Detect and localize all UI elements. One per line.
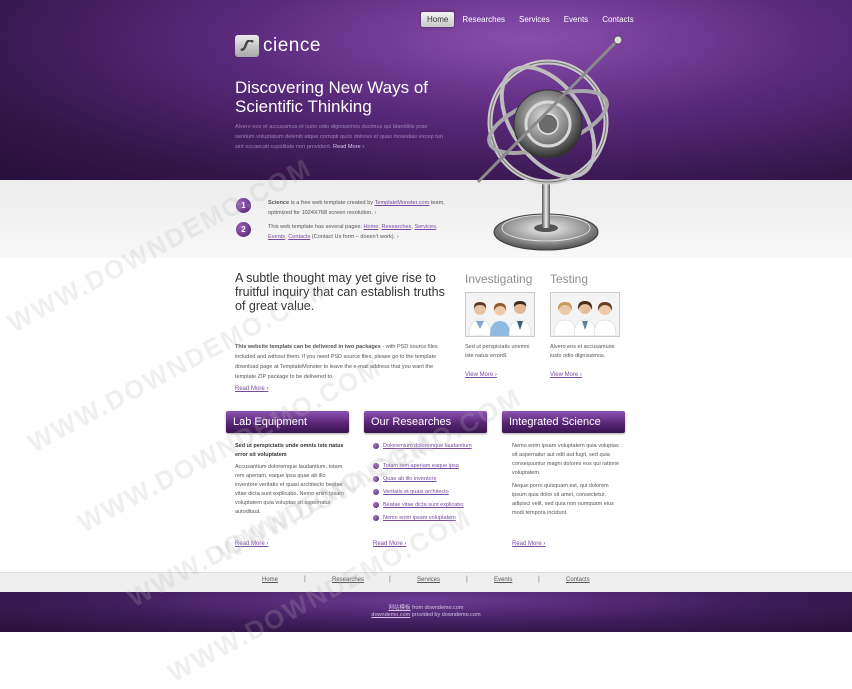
chevron-right-icon: ›: [494, 372, 497, 378]
list-item[interactable]: Beatae vitae dicta sunt explicabo: [373, 501, 483, 514]
researches-list: Doloremium doloremque laudantium Totam r…: [373, 442, 483, 527]
chevron-right-icon: ›: [579, 372, 582, 378]
footer-nav-researches[interactable]: Researches: [332, 577, 364, 583]
packages-text: This website template can be delivered i…: [235, 344, 438, 380]
step-number-badge: 1: [236, 198, 251, 213]
footer-separator: |: [389, 576, 391, 583]
templatemonster-link[interactable]: TemplateMonster.com: [375, 200, 430, 206]
logo[interactable]: cience: [235, 35, 321, 57]
nav-contacts[interactable]: Contacts: [596, 12, 640, 27]
logo-mark: [235, 35, 259, 57]
gyroscope-image: [476, 35, 623, 251]
nav-home[interactable]: Home: [421, 12, 455, 27]
nav-events[interactable]: Events: [558, 12, 594, 27]
footer-separator: |: [304, 576, 306, 583]
nav-researches[interactable]: Researches: [456, 12, 511, 27]
lab-equipment-text: Sed ut perspiciatis unde omnis iste natu…: [235, 443, 344, 515]
footer-nav-events[interactable]: Events: [494, 577, 512, 583]
chevron-right-icon: ›: [396, 234, 399, 240]
logo-s-icon: [240, 40, 254, 51]
lab-read-more-link[interactable]: Read More ›: [235, 541, 268, 547]
hero-read-more-link[interactable]: Read More: [333, 144, 361, 150]
investigating-doctors-photo: [465, 292, 535, 337]
researches-read-more-link[interactable]: Read More ›: [373, 541, 406, 547]
main-nav: Home Researches Services Events Contacts: [421, 12, 642, 27]
investigating-text: Sed ut perspiciatis unemni iste natus er…: [465, 344, 530, 359]
chevron-right-icon: ›: [374, 210, 377, 216]
chevron-right-icon: ›: [266, 541, 269, 547]
investigating-heading: Investigating: [465, 272, 533, 286]
footer-separator: |: [466, 576, 468, 583]
intro-step-2: 2 This web template has several pages: H…: [236, 222, 453, 242]
chevron-right-icon: ›: [543, 541, 546, 547]
lab-equipment-header: Lab Equipment: [226, 411, 349, 433]
footer-credit-line-1: 网站模板 from downdemo.com: [388, 605, 464, 611]
investigating-view-more-link[interactable]: View More ›: [465, 372, 497, 378]
integrated-science-header: Integrated Science: [502, 411, 625, 433]
testing-heading: Testing: [550, 272, 589, 286]
integrated-read-more-link[interactable]: Read More ›: [512, 541, 545, 547]
testing-doctors-photo: [550, 292, 620, 337]
testing-view-more-link[interactable]: View More ›: [550, 372, 582, 378]
nav-services[interactable]: Services: [513, 12, 556, 27]
subtle-read-more-link[interactable]: Read More ›: [235, 386, 268, 392]
list-item[interactable]: Doloremium doloremque laudantium: [373, 442, 483, 462]
our-researches-header: Our Researches: [364, 411, 487, 433]
list-item[interactable]: Quae ab illo inventore: [373, 475, 483, 488]
footer-nav-home[interactable]: Home: [262, 577, 278, 583]
link-contacts[interactable]: Contacts: [288, 234, 310, 240]
integrated-science-text: Nemo enim ipsam voluptatem quia voluptas…: [512, 443, 620, 516]
hero-text: Alvero eos et accusamus et iusto odio di…: [235, 124, 444, 150]
subtle-thought-heading: A subtle thought may yet give rise to fr…: [235, 271, 445, 313]
footer-site-link[interactable]: downdemo.com: [371, 612, 410, 618]
footer-credit-line-2: downdemo.com provided by downdemo.com: [371, 612, 481, 618]
intro-step-1: 1 Science is a free web template created…: [236, 198, 453, 218]
link-researches[interactable]: Researches: [382, 224, 412, 230]
footer-nav-services[interactable]: Services: [417, 577, 440, 583]
hero-title: Discovering New Ways of Scientific Think…: [235, 78, 429, 116]
list-item[interactable]: Totam rem aperiam eaque ipsa: [373, 462, 483, 475]
intro-band: [0, 180, 852, 258]
chevron-right-icon: ›: [362, 144, 365, 150]
footer-separator: |: [538, 576, 540, 583]
list-item[interactable]: Veritatis et quasi architecto: [373, 488, 483, 501]
link-home[interactable]: Home: [363, 224, 378, 230]
footer-credit-link[interactable]: 网站模板: [389, 605, 411, 611]
list-item[interactable]: Nemo enim ipsam voluptatem: [373, 514, 483, 527]
link-events[interactable]: Events: [268, 234, 285, 240]
footer-nav-contacts[interactable]: Contacts: [566, 577, 590, 583]
testing-text: Alvero eos et accusamuse iusto odio dign…: [550, 344, 615, 359]
chevron-right-icon: ›: [404, 541, 407, 547]
step-number-badge: 2: [236, 222, 251, 237]
logo-text: cience: [263, 35, 321, 56]
link-services[interactable]: Services: [414, 224, 435, 230]
chevron-right-icon: ›: [266, 386, 269, 392]
